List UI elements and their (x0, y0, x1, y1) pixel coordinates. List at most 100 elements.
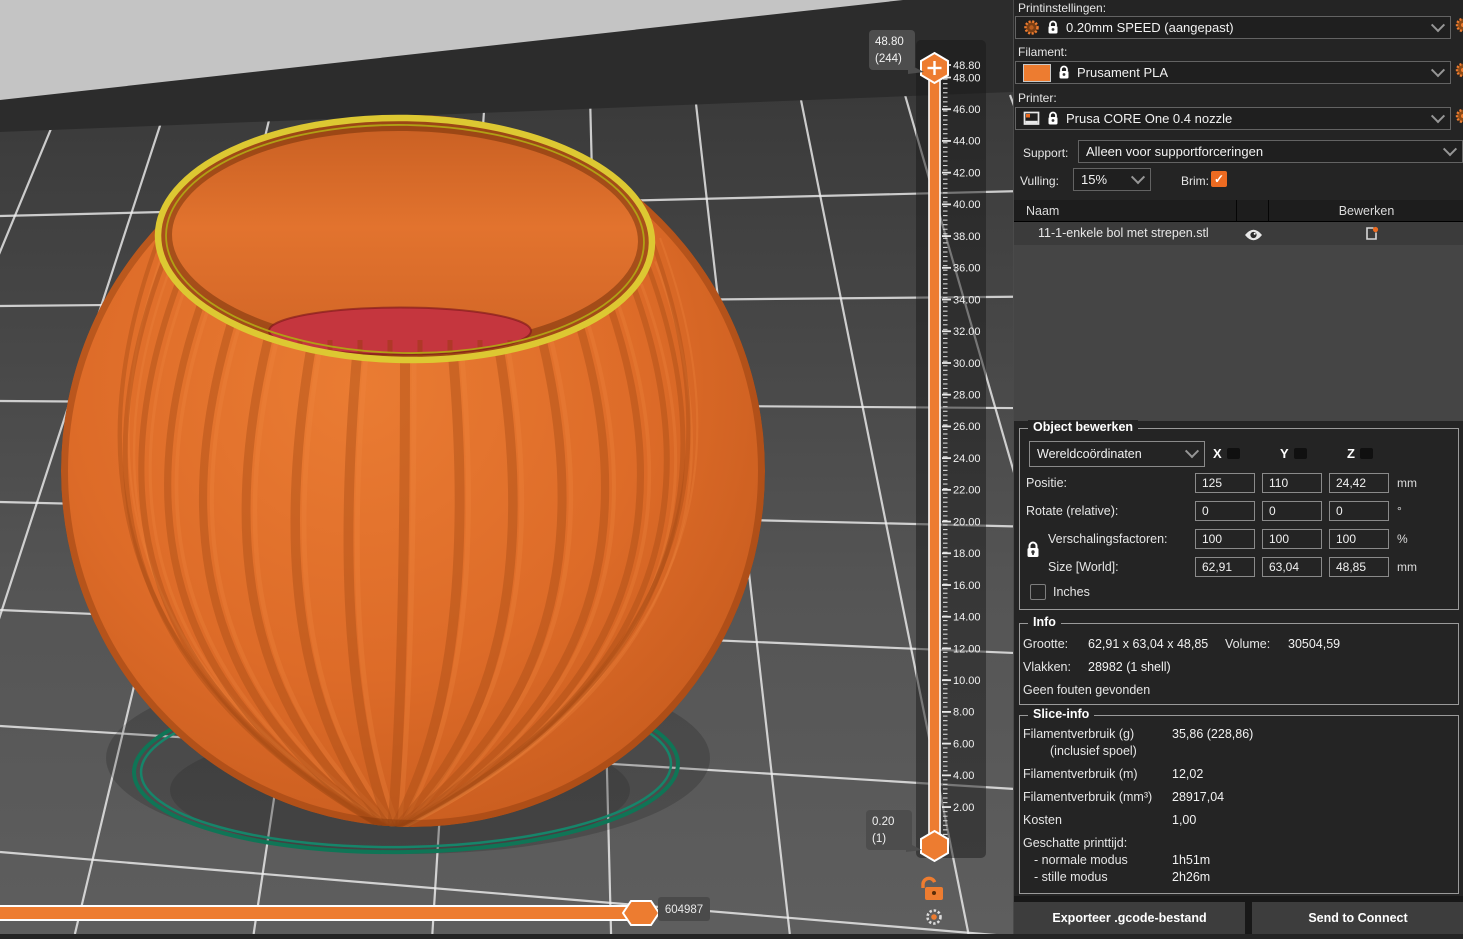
axis-y-header: Y (1280, 446, 1307, 461)
move-slider-handle[interactable] (621, 900, 661, 926)
inches-checkbox[interactable] (1030, 584, 1046, 600)
axis-reset-icon[interactable] (1226, 448, 1240, 459)
filament-m-label: Filamentverbruik (m) (1023, 767, 1138, 781)
size-info-value: 62,91 x 63,04 x 48,85 (1088, 637, 1209, 651)
coord-system-combo[interactable]: Wereldcoördinaten (1029, 441, 1205, 467)
filament-mm3-label: Filamentverbruik (mm³) (1023, 790, 1153, 804)
ruler-tick-label: 34.00 (953, 294, 981, 306)
position-label: Positie: (1026, 476, 1067, 490)
rotate-x-field[interactable] (1195, 501, 1255, 521)
filament-m-value: 12,02 (1172, 767, 1204, 781)
ruler-tick-label: 6.00 (953, 738, 974, 750)
ruler-tick-label: 26.00 (953, 421, 981, 433)
print-settings-combo[interactable]: 0.20mm SPEED (aangepast) (1015, 16, 1451, 39)
chevron-down-icon (1184, 444, 1200, 459)
printer-value: Prusa CORE One 0.4 nozzle (1066, 111, 1233, 126)
ruler-tick-label: 24.00 (953, 453, 981, 465)
lock-icon (1059, 65, 1069, 79)
axis-z-header: Z (1347, 446, 1373, 461)
brim-checkbox[interactable]: ✓ (1211, 171, 1227, 187)
support-combo[interactable]: Alleen voor supportforceringen (1078, 140, 1463, 163)
move-slider-value: 604987 (665, 904, 703, 916)
info-group: Info Grootte: 62,91 x 63,04 x 48,85 Volu… (1019, 615, 1459, 705)
table-row[interactable]: 11-1-enkele bol met strepen.stl (1014, 222, 1463, 245)
infill-label: Vulling: (1020, 174, 1059, 188)
send-to-connect-button[interactable]: Send to Connect (1252, 902, 1463, 934)
size-y-field[interactable] (1262, 557, 1322, 577)
filament-mm3-value: 28917,04 (1172, 790, 1225, 804)
filament-combo[interactable]: Prusament PLA (1015, 61, 1451, 84)
axis-x-header: X (1213, 446, 1240, 461)
print-settings-gear-icon[interactable] (1455, 17, 1463, 34)
chevron-down-icon (1430, 62, 1446, 77)
ruler-tick-label: 18.00 (953, 548, 981, 560)
print-settings-value: 0.20mm SPEED (aangepast) (1066, 20, 1234, 35)
scale-z-field[interactable] (1329, 529, 1389, 549)
ruler-tick-label: 46.00 (953, 104, 981, 116)
ruler-tick-label: 44.00 (953, 136, 981, 148)
move-slider-track[interactable] (0, 905, 649, 921)
axis-reset-icon[interactable] (1293, 448, 1307, 459)
ruler-tick-label: 4.00 (953, 770, 974, 782)
rotate-y-field[interactable] (1262, 501, 1322, 521)
size-z-field[interactable] (1329, 557, 1389, 577)
table-header-visibility[interactable] (1237, 200, 1269, 222)
layer-slider-bottom-handle[interactable] (920, 829, 949, 863)
stealth-mode-value: 2h26m (1172, 870, 1211, 884)
chevron-down-icon (1430, 17, 1446, 32)
position-z-field[interactable] (1329, 473, 1389, 493)
position-x-field[interactable] (1195, 473, 1255, 493)
filament-value: Prusament PLA (1077, 65, 1169, 80)
filament-color-swatch (1023, 63, 1051, 82)
ruler-tick-label: 12.00 (953, 643, 981, 655)
print-profile-icon (1024, 20, 1039, 35)
ruler-tick-label: 10.00 (953, 675, 981, 687)
table-header-naam[interactable]: Naam (1014, 200, 1237, 222)
scale-label: Verschalingsfactoren: (1048, 532, 1168, 546)
layer-slider-track[interactable] (928, 67, 941, 847)
3d-viewport[interactable]: 48.80 48.00 46.00 44.00 42.00 40.00 38.00 36.00… (0, 0, 1013, 934)
filament-gear-icon[interactable] (1455, 62, 1463, 79)
cost-label: Kosten (1023, 813, 1062, 827)
scale-y-field[interactable] (1262, 529, 1322, 549)
ruler-tick-label: 8.00 (953, 707, 974, 719)
size-x-field[interactable] (1195, 557, 1255, 577)
print-settings-label: Printinstellingen: (1018, 1, 1107, 15)
group-title: Slice-info (1028, 707, 1095, 721)
table-header-bewerken[interactable]: Bewerken (1269, 200, 1463, 222)
ruler-tick-label: 32.00 (953, 326, 981, 338)
printer-gear-icon[interactable] (1455, 108, 1463, 125)
infill-combo[interactable]: 15% (1073, 168, 1151, 191)
layer-bottom-index: (1) (872, 833, 886, 845)
scale-unit: % (1397, 532, 1408, 546)
layer-top-index: (244) (875, 53, 902, 65)
scale-lock-icon[interactable] (1026, 541, 1040, 564)
position-y-field[interactable] (1262, 473, 1322, 493)
layer-top-value: 48.80 (875, 36, 904, 48)
ruler-tick-label: 40.00 (953, 199, 981, 211)
export-gcode-button[interactable]: Exporteer .gcode-bestand (1014, 902, 1245, 934)
volume-value: 30504,59 (1288, 637, 1341, 651)
ruler-tick-label: 48.80 (953, 60, 981, 72)
printer-combo[interactable]: Prusa CORE One 0.4 nozzle (1015, 107, 1451, 130)
axis-reset-icon[interactable] (1359, 448, 1373, 459)
scale-x-field[interactable] (1195, 529, 1255, 549)
edit-object-icon[interactable] (1364, 226, 1379, 246)
object-list-area[interactable] (1014, 245, 1463, 421)
eye-icon[interactable] (1244, 228, 1263, 246)
group-title: Object bewerken (1028, 420, 1139, 434)
move-slider-tooltip: 604987 (658, 897, 710, 921)
rotate-label: Rotate (relative): (1026, 504, 1119, 518)
chevron-down-icon (1430, 108, 1446, 123)
rotate-z-field[interactable] (1329, 501, 1389, 521)
position-unit: mm (1397, 476, 1417, 490)
cost-value: 1,00 (1172, 813, 1197, 827)
support-value: Alleen voor supportforceringen (1086, 144, 1264, 159)
ruler-tick-label: 22.00 (953, 485, 981, 497)
ruler-tick-label: 20.00 (953, 516, 981, 528)
sidebar-panel: Printinstellingen: 0.20mm SPEED (aangepa… (1013, 0, 1463, 934)
object-manipulation-group: Object bewerken Wereldcoördinaten X Y Z … (1019, 420, 1459, 610)
volume-label: Volume: (1225, 637, 1271, 651)
object-name: 11-1-enkele bol met strepen.stl (1038, 226, 1209, 240)
filament-g-label: Filamentverbruik (g) (1023, 727, 1135, 741)
